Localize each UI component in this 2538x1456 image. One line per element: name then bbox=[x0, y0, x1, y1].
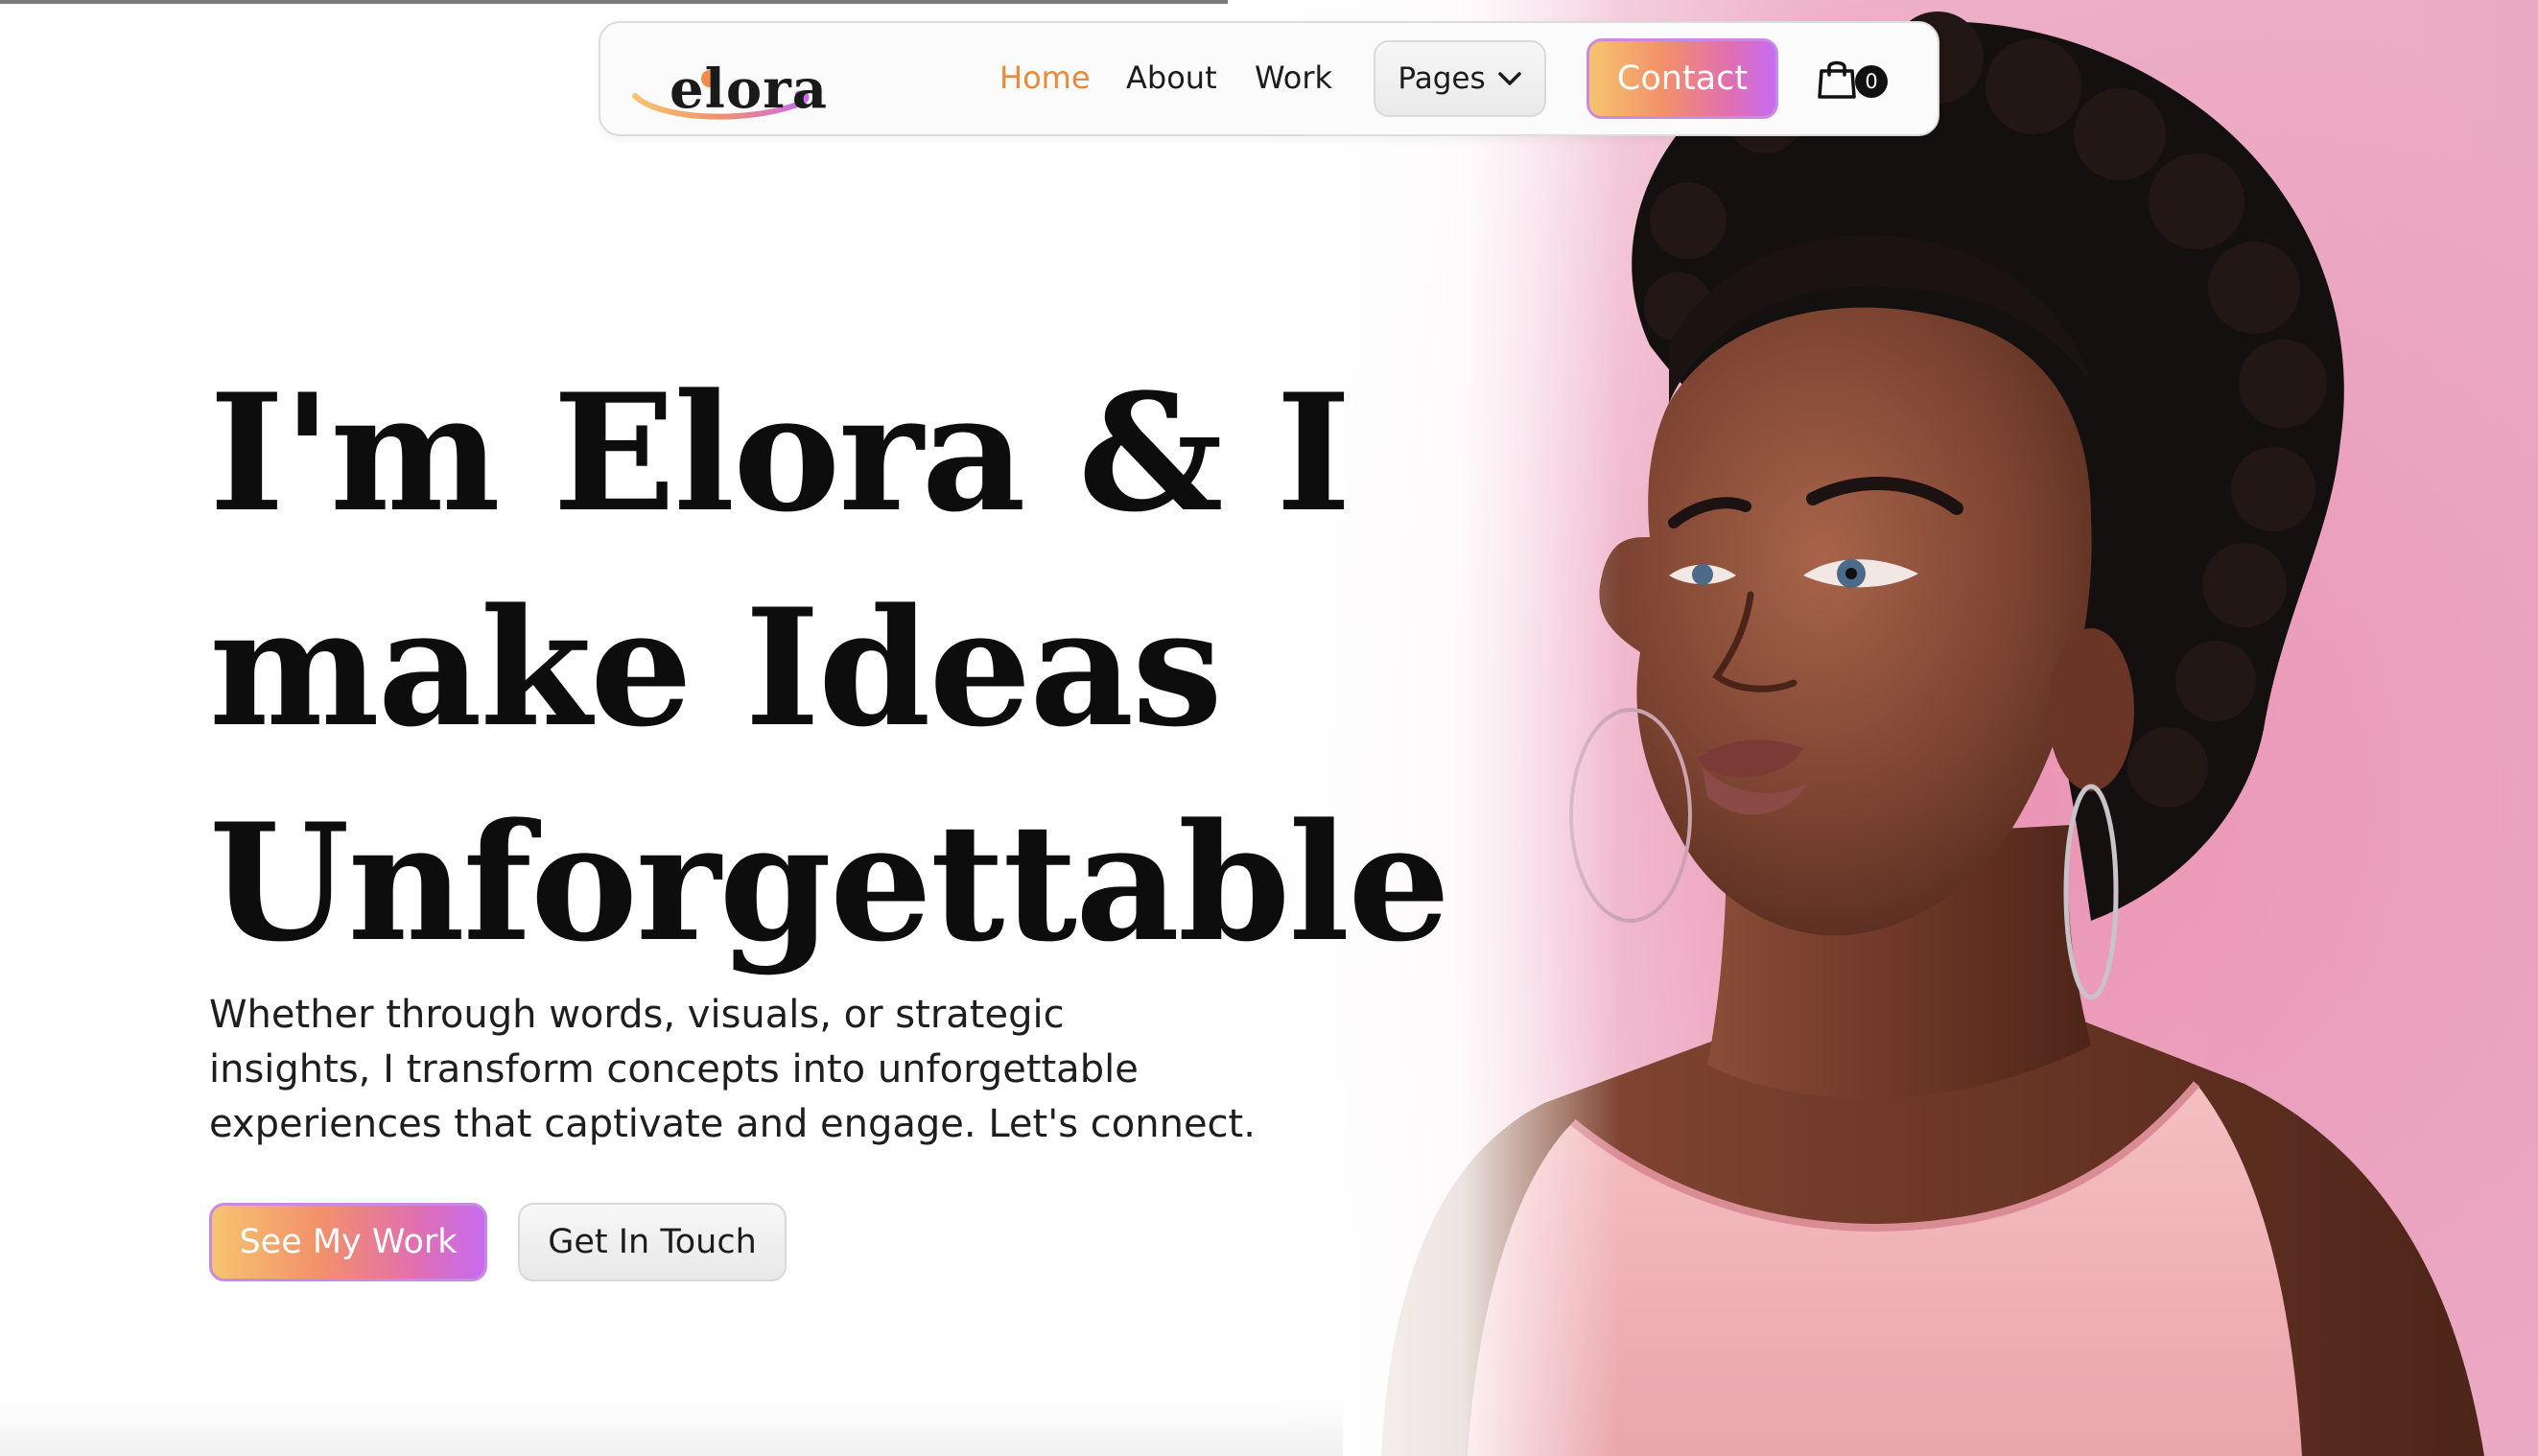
get-in-touch-button[interactable]: Get In Touch bbox=[518, 1203, 787, 1281]
brand-logo[interactable]: elora bbox=[629, 36, 827, 123]
hero-description-line: experiences that captivate and engage. L… bbox=[209, 1102, 1256, 1146]
hero-description-line: Whether through words, visuals, or strat… bbox=[209, 993, 1065, 1037]
hero-headline-line: I'm Elora & I bbox=[209, 358, 1351, 548]
contact-button[interactable]: Contact bbox=[1586, 38, 1778, 119]
page: elora Home About Work Pages Contact 0 I'… bbox=[0, 0, 2538, 1456]
hero-headline: I'm Elora & I make Ideas Unforgettable bbox=[209, 345, 1552, 990]
chevron-down-icon bbox=[1497, 72, 1521, 85]
hero-description: Whether through words, visuals, or strat… bbox=[209, 988, 1322, 1152]
nav-link-home[interactable]: Home bbox=[999, 59, 1091, 96]
hero-headline-line: Unforgettable bbox=[209, 787, 1450, 977]
shopping-bag-icon bbox=[1818, 60, 1856, 99]
cart-count-badge: 0 bbox=[1855, 65, 1888, 98]
pages-dropdown-button[interactable]: Pages bbox=[1374, 40, 1546, 117]
nav-link-about[interactable]: About bbox=[1126, 59, 1217, 96]
pages-dropdown-label: Pages bbox=[1398, 61, 1486, 96]
hero-description-line: insights, I transform concepts into unfo… bbox=[209, 1047, 1139, 1092]
see-my-work-button[interactable]: See My Work bbox=[209, 1203, 487, 1281]
hero-headline-line: make Ideas bbox=[209, 573, 1223, 763]
cart-button[interactable]: 0 bbox=[1817, 58, 1903, 106]
logo-text: elora bbox=[670, 58, 829, 121]
bottom-shadow bbox=[0, 1398, 1343, 1456]
navbar: elora Home About Work Pages Contact 0 bbox=[599, 21, 1939, 136]
nav-link-work[interactable]: Work bbox=[1255, 59, 1332, 96]
